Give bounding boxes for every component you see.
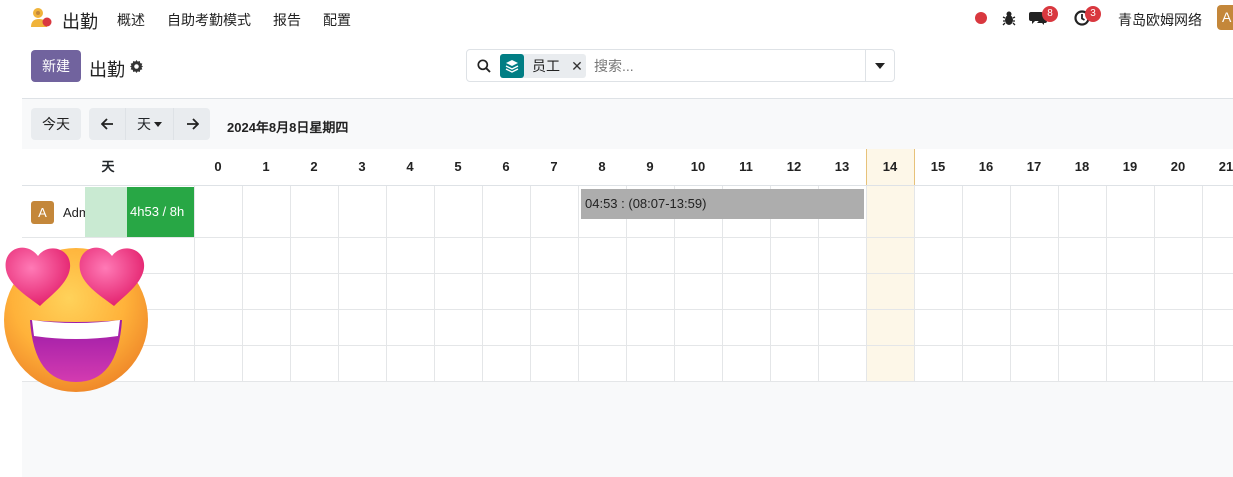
bug-icon[interactable] [1002,10,1016,26]
hour-header-3: 3 [358,159,366,174]
grid-column-line [578,186,579,382]
grid-column-line [914,186,915,382]
grid-column-line [962,186,963,382]
hour-header-7: 7 [550,159,558,174]
heart-eyes-emoji-icon [4,247,148,392]
menu-item-reporting[interactable]: 报告 [273,10,301,30]
hour-header-2: 2 [310,159,318,174]
hour-header-17: 17 [1026,159,1042,174]
grid-column-line [1154,186,1155,382]
grid-row-line [22,381,1233,382]
progress-remaining [85,187,128,237]
hour-header-14: 14 [882,159,898,174]
chat-count-badge: 8 [1042,6,1058,22]
search-icon[interactable] [477,59,491,73]
company-switcher[interactable]: 青岛欧姆网络 [1118,10,1202,30]
grid-column-line [866,186,867,382]
date-label: 2024年8月8日星期四 [227,120,349,135]
grid-column-line [386,186,387,382]
caret-down-icon [154,121,162,127]
hour-header-13: 13 [834,159,850,174]
layers-icon [500,54,524,78]
hour-header-19: 19 [1122,159,1138,174]
menu-item-configuration[interactable]: 配置 [323,10,351,30]
app-name[interactable]: 出勤 [62,8,98,34]
grid-column-line [194,186,195,382]
hour-header-1: 1 [262,159,270,174]
hour-header-20: 20 [1170,159,1186,174]
hour-header-10: 10 [690,159,706,174]
menu-item-overview[interactable]: 概述 [117,10,145,30]
arrow-right-icon [186,118,199,130]
hour-header-12: 12 [786,159,802,174]
hour-header-5: 5 [454,159,462,174]
new-button[interactable]: 新建 [31,50,81,82]
range-navigation: 天 [89,108,210,140]
top-navbar: 出勤 概述 自助考勤模式 报告 配置 8 3 青岛欧姆网络 A [0,0,1233,36]
hour-header-18: 18 [1074,159,1090,174]
hour-header-16: 16 [978,159,994,174]
grid-column-line [530,186,531,382]
grid-column-line [1202,186,1203,382]
scale-dropdown[interactable]: 天 [125,108,174,140]
next-button[interactable] [174,108,210,140]
grid-row-line [22,345,1233,346]
activity-count-badge: 3 [1085,6,1101,22]
hour-header-21: 21 [1218,159,1233,174]
scale-label: 天 [137,116,151,132]
grid-column-line [1058,186,1059,382]
hour-header-0: 0 [214,159,222,174]
hour-header-8: 8 [598,159,606,174]
grid-row-line [22,237,1233,238]
grid-column-line [242,186,243,382]
facet-label: 员工 [532,58,560,74]
attendance-pill[interactable]: 04:53 : (08:07-13:59) [581,189,864,219]
grid-column-line [434,186,435,382]
grid-column-line [1010,186,1011,382]
grid-column-line [1106,186,1107,382]
employee-avatar[interactable]: A [31,201,54,224]
user-avatar[interactable]: A [1217,5,1233,30]
previous-button[interactable] [89,108,125,140]
search-options-toggle[interactable] [865,50,894,81]
grid-column-line [482,186,483,382]
search-bar: 员工 ✕ [466,49,895,82]
hour-header-6: 6 [502,159,510,174]
hour-header-4: 4 [406,159,414,174]
grid-column-line [290,186,291,382]
hour-header-15: 15 [930,159,946,174]
main-menu: 概述 自助考勤模式 报告 配置 [117,10,351,30]
attendance-app-icon[interactable] [30,7,52,29]
group-by-facet[interactable]: 员工 ✕ [500,54,586,78]
gear-icon[interactable] [130,60,143,73]
grid-row-line [22,309,1233,310]
gantt-grid: 天 0123456789101112131415161718192021 A A… [22,149,1233,382]
grid-row-line [22,273,1233,274]
caret-down-icon [875,62,885,69]
status-dot-icon[interactable] [975,12,987,24]
close-icon[interactable]: ✕ [568,58,586,75]
hour-header-11: 11 [739,159,753,174]
grid-column-line [338,186,339,382]
menu-item-kiosk-mode[interactable]: 自助考勤模式 [167,10,251,30]
progress-worked: 4h53 / 8h [127,187,194,237]
search-input[interactable] [594,56,854,76]
today-button[interactable]: 今天 [31,108,81,140]
day-header: 天 [101,159,115,174]
gantt-view: 今天 天 2024年8月8日星期四 天 0 1 2 3 4 5 6 7 8 9 10 11 12 13 14… [22,98,1233,477]
hour-header-9: 9 [646,159,654,174]
page-title: 出勤 [89,60,125,80]
arrow-left-icon [100,118,113,130]
